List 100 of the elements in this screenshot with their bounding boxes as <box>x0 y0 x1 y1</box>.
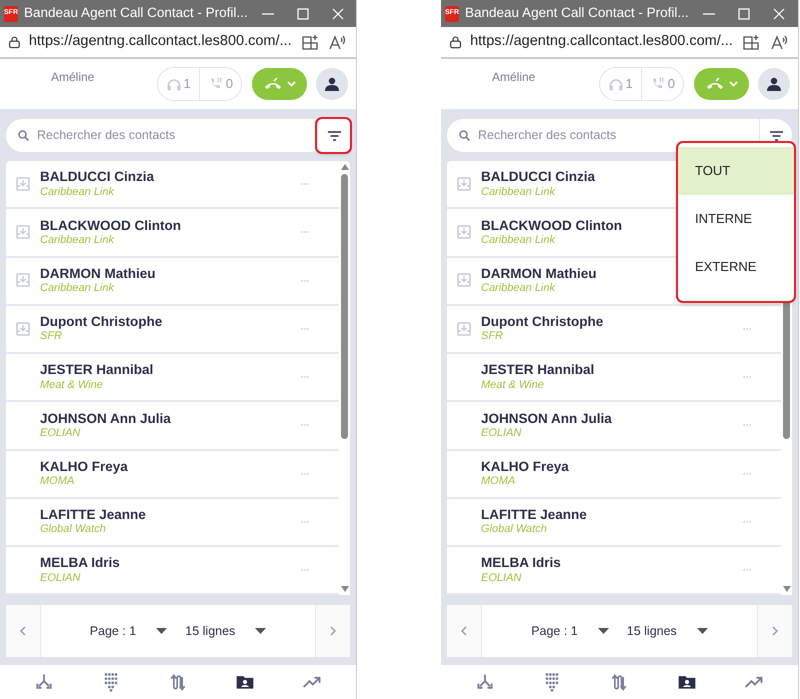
contact-row[interactable]: BLACKWOOD Clinton Caribbean Link <box>6 209 339 258</box>
contact-name: JOHNSON Ann Julia <box>481 410 612 427</box>
contact-company: EOLIAN <box>40 426 80 440</box>
page-select[interactable]: Page : 1 <box>90 622 168 640</box>
contact-row[interactable]: LAFITTE Jeanne Global Watch <box>6 498 339 547</box>
profile-button[interactable] <box>316 68 348 100</box>
contact-company: Caribbean Link <box>40 282 114 296</box>
contact-name: BALDUCCI Cinzia <box>481 169 595 186</box>
split-arrows-icon <box>474 672 495 692</box>
contact-company: Global Watch <box>481 523 547 537</box>
caret-down-icon <box>255 628 266 634</box>
search-input[interactable]: Rechercher des contacts <box>476 125 759 146</box>
contact-company: MOMA <box>40 475 74 488</box>
contact-row[interactable]: DARMON Mathieu Caribbean Link <box>6 258 339 306</box>
chevron-down-icon <box>286 81 296 87</box>
read-aloud-icon <box>770 34 789 50</box>
contact-row[interactable]: LAFITTE Jeanne Global Watch <box>447 498 781 547</box>
contact-company: Caribbean Link <box>40 234 114 248</box>
contact-name: KALHO Freya <box>40 458 128 476</box>
contact-company: SFR <box>40 330 62 344</box>
contact-row[interactable]: MELBA Idris EOLIAN <box>447 547 781 596</box>
contact-row[interactable]: Dupont Christophe SFR <box>447 306 781 354</box>
contact-row[interactable]: JOHNSON Ann Julia EOLIAN <box>447 402 781 450</box>
download-tray-icon <box>457 225 471 240</box>
contact-company: EOLIAN <box>40 572 80 585</box>
contact-name: MELBA Idris <box>481 555 561 572</box>
address-url[interactable]: https://agentng.callcontact.les800.com/... <box>28 31 292 53</box>
contact-name: DARMON Mathieu <box>481 266 596 282</box>
contact-name: MELBA Idris <box>40 555 120 572</box>
user-icon <box>767 77 781 91</box>
contact-company: Meat & Wine <box>481 378 544 392</box>
caret-down-icon <box>156 628 168 634</box>
address-url[interactable]: https://agentng.callcontact.les800.com/... <box>470 31 733 53</box>
agent-name: Améline <box>492 69 536 86</box>
contact-name: JOHNSON Ann Julia <box>40 410 171 427</box>
lock-icon <box>8 34 21 50</box>
filter-menu-item[interactable]: EXTERNE <box>678 243 794 291</box>
scroll-down-icon <box>340 586 348 592</box>
contact-company: SFR <box>481 330 503 344</box>
filter-icon <box>328 130 340 140</box>
swap-arrows-icon <box>609 672 630 692</box>
more-dots-icon <box>743 375 751 380</box>
grid-plus-icon <box>743 34 760 50</box>
chevron-right-icon <box>772 626 778 636</box>
call-status-button[interactable] <box>694 68 749 100</box>
close-icon <box>332 8 344 20</box>
caret-down-icon <box>598 628 609 634</box>
hang-up-icon <box>264 78 282 90</box>
more-dots-icon <box>743 423 751 428</box>
download-tray-icon <box>16 273 30 288</box>
contact-row[interactable]: JOHNSON Ann Julia EOLIAN <box>6 402 339 450</box>
contact-row[interactable]: BALDUCCI Cinzia Caribbean Link <box>6 161 339 210</box>
split-arrows-icon <box>34 672 54 692</box>
more-dots-icon <box>301 472 309 476</box>
contact-row[interactable]: JESTER Hannibal Meat & Wine <box>6 354 339 402</box>
page-select[interactable]: Page : 1 <box>531 622 609 640</box>
contact-row[interactable]: KALHO Freya MOMA <box>6 450 339 499</box>
contact-company: EOLIAN <box>481 426 522 440</box>
download-tray-icon <box>457 273 471 288</box>
search-field[interactable]: Rechercher des contacts <box>447 119 759 152</box>
contact-company: MOMA <box>481 475 516 488</box>
search-input[interactable]: Rechercher des contacts <box>35 125 317 146</box>
rows-per-page-select[interactable]: 15 lignes <box>626 622 708 640</box>
more-dots-icon <box>301 520 309 524</box>
scroll-down-icon <box>782 586 790 592</box>
contact-row[interactable]: KALHO Freya MOMA <box>447 450 781 499</box>
contact-company: EOLIAN <box>481 572 522 585</box>
search-field[interactable]: Rechercher des contacts <box>6 119 317 152</box>
contact-name: JESTER Hannibal <box>481 362 594 379</box>
window-title: Bandeau Agent Call Contact - Profil... <box>465 4 689 22</box>
chevron-left-icon <box>20 626 26 636</box>
profile-button[interactable] <box>758 68 790 100</box>
contact-row[interactable]: MELBA Idris EOLIAN <box>6 547 339 596</box>
filter-menu-item[interactable]: TOUT <box>678 147 794 195</box>
more-dots-icon <box>743 326 751 331</box>
filter-menu-item[interactable]: INTERNE <box>678 195 794 243</box>
search-icon <box>459 130 470 141</box>
contact-company: Caribbean Link <box>40 186 114 199</box>
contact-company: Meat & Wine <box>40 378 103 392</box>
contact-name: Dupont Christophe <box>481 314 604 330</box>
contact-row[interactable]: Dupont Christophe SFR <box>6 306 339 354</box>
filter-button[interactable] <box>317 119 350 152</box>
filter-icon <box>770 130 782 140</box>
call-status-button[interactable] <box>252 68 307 100</box>
download-tray-icon <box>16 225 30 240</box>
rows-per-page-select[interactable]: 15 lignes <box>185 622 266 640</box>
grid-plus-icon <box>302 34 318 50</box>
contact-company: Caribbean Link <box>481 234 555 248</box>
maximize-icon <box>296 8 309 20</box>
contact-row[interactable]: JESTER Hannibal Meat & Wine <box>447 354 781 402</box>
caret-down-icon <box>696 628 708 634</box>
more-dots-icon <box>743 520 751 524</box>
more-dots-icon <box>301 423 309 428</box>
user-icon <box>325 77 339 91</box>
more-dots-icon <box>301 278 309 283</box>
contact-company: Caribbean Link <box>481 282 555 296</box>
maximize-icon <box>738 8 750 20</box>
contact-name: LAFITTE Jeanne <box>481 507 587 524</box>
read-aloud-icon <box>328 34 347 50</box>
scroll-up-icon <box>340 164 348 170</box>
